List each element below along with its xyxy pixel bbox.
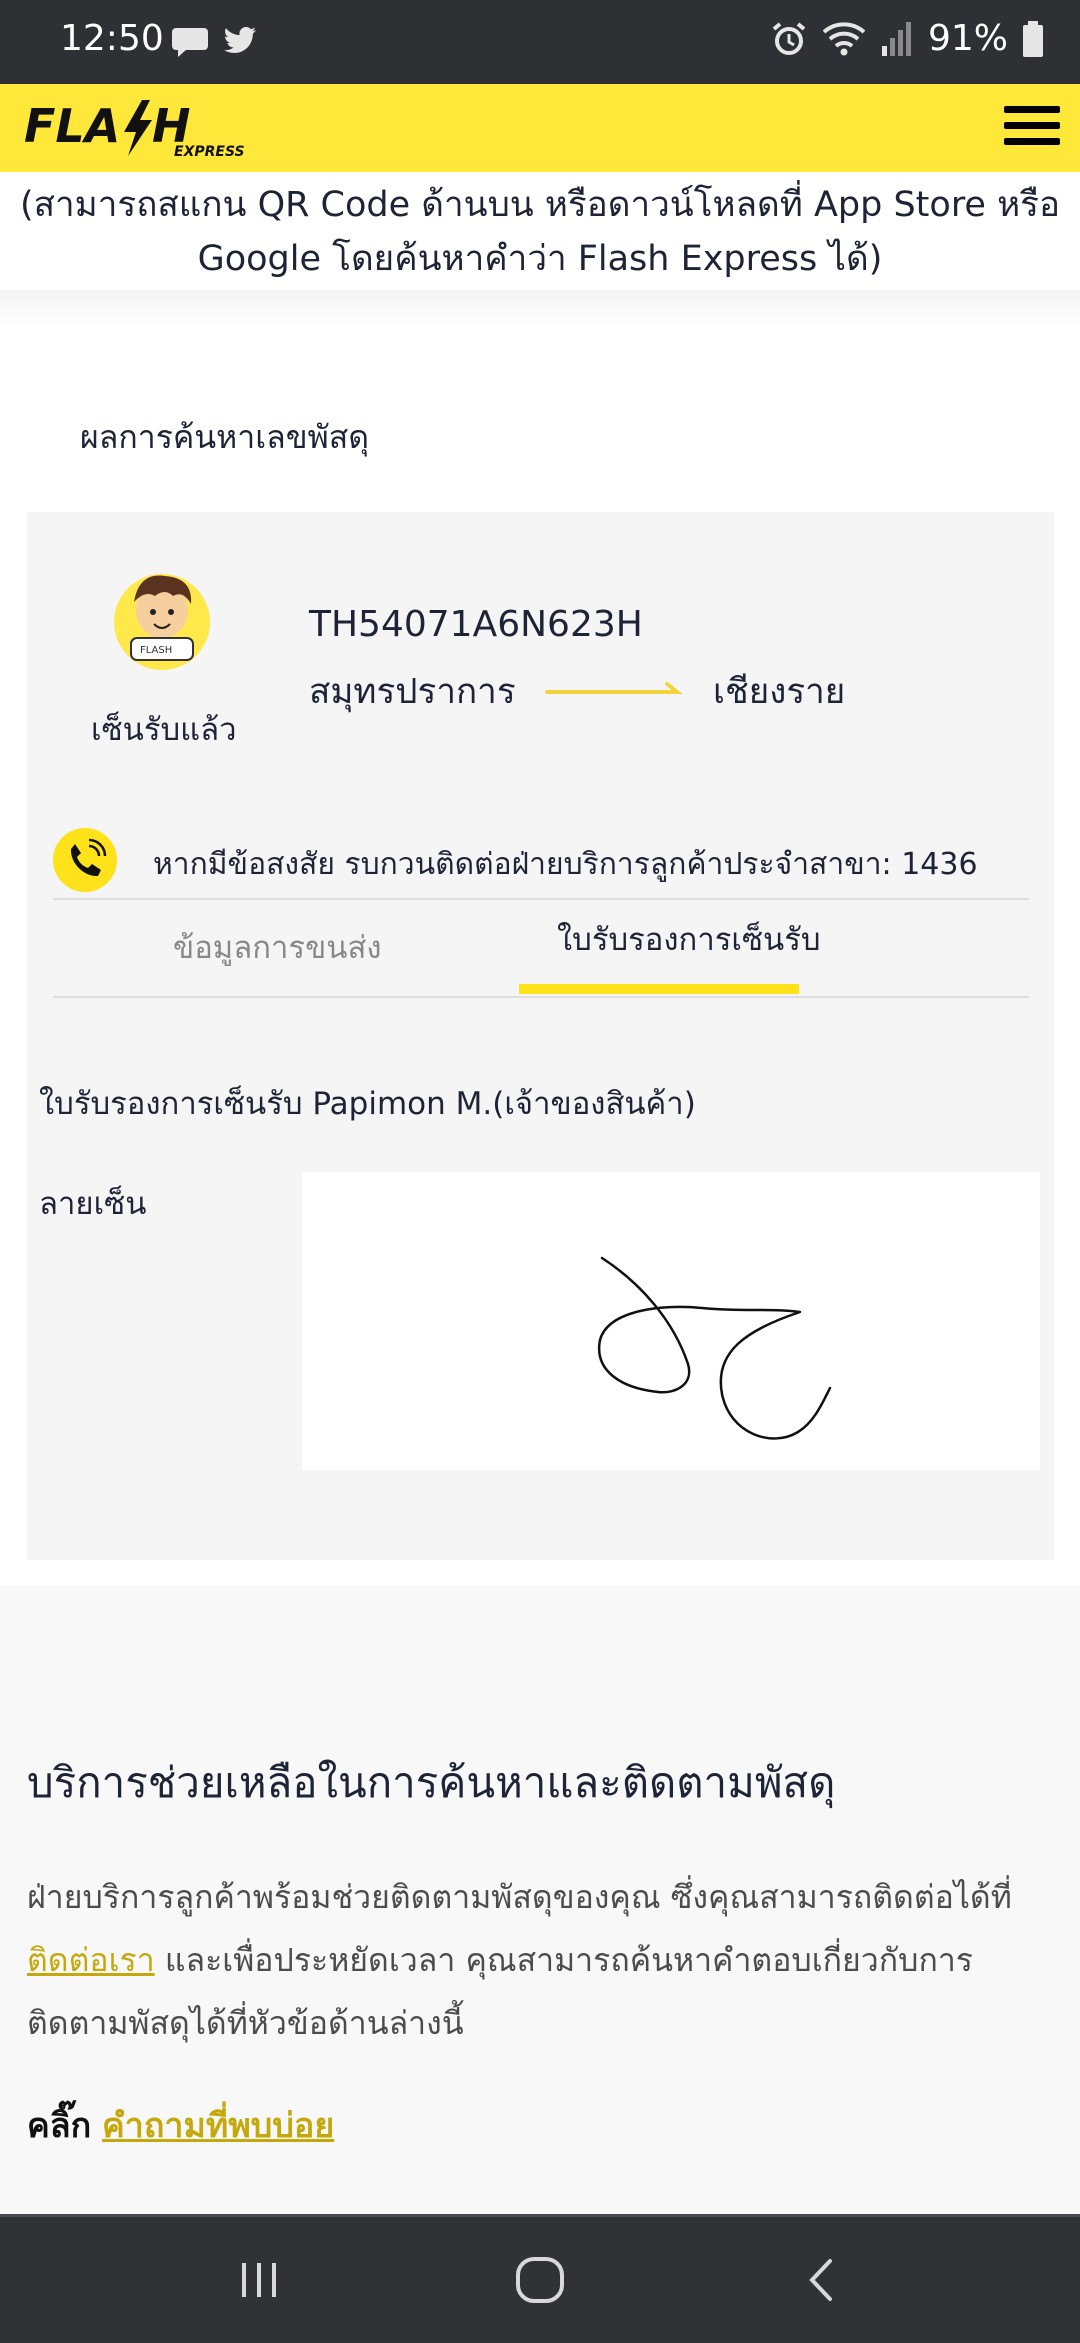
help-text: ฝ่ายบริการลูกค้าพร้อมช่วยติดตามพัสดุของค… [27, 1866, 1053, 2055]
origin-province: สมุทรปราการ [309, 672, 516, 712]
tab-shipping-info[interactable]: ข้อมูลการขนส่ง [173, 922, 382, 972]
flash-express-logo[interactable]: FLA H EXPRESS [24, 98, 254, 162]
destination-province: เชียงราย [713, 672, 846, 712]
help-text-after: และเพื่อประหยัดเวลา คุณสามารถค้นหาคำตอบเ… [27, 1941, 973, 2042]
app-download-note: (สามารถสแกน QR Code ด้านบน หรือดาวน์โหลด… [20, 185, 1060, 279]
svg-text:EXPRESS: EXPRESS [174, 144, 245, 158]
signature-image [302, 1172, 1040, 1470]
hamburger-icon-line [1004, 122, 1060, 129]
site-header: FLA H EXPRESS [0, 84, 1080, 172]
phone-icon[interactable] [53, 828, 117, 892]
hamburger-icon-line [1004, 138, 1060, 145]
wifi-icon [822, 20, 866, 58]
faq-link[interactable]: คำถามที่พบบ่อย [102, 2106, 334, 2146]
svg-text:FLA: FLA [24, 99, 120, 153]
courier-avatar: FLASH [107, 562, 217, 672]
branch-contact: หากมีข้อสงสัย รบกวนติดต่อฝ่ายบริการลูกค้… [53, 828, 1043, 898]
active-tab-indicator [519, 984, 799, 994]
system-nav-bar [0, 2214, 1080, 2343]
faq-line: คลิ๊ก คำถามที่พบบ่อย [27, 2098, 334, 2152]
status-bar: 12:50 91% [0, 0, 1080, 84]
battery-icon [1022, 20, 1044, 58]
delivery-status: เซ็นรับแล้ว [91, 712, 237, 748]
battery-percent: 91% [927, 18, 1008, 59]
section-divider [0, 290, 1080, 330]
contact-text: หากมีข้อสงสัย รบกวนติดต่อฝ่ายบริการลูกค้… [153, 847, 978, 882]
recent-apps-icon[interactable] [234, 2255, 284, 2309]
help-text-before: ฝ่ายบริการลูกค้าพร้อมช่วยติดตามพัสดุของค… [27, 1878, 1012, 1916]
help-section: บริการช่วยเหลือในการค้นหาและติดตามพัสดุ … [0, 1586, 1080, 2216]
signal-icon [880, 20, 914, 58]
message-icon [170, 20, 210, 60]
back-icon[interactable] [800, 2255, 844, 2309]
tracking-number: TH54071A6N623H [309, 604, 643, 645]
notification-icons [170, 20, 260, 60]
click-label: คลิ๊ก [27, 2106, 92, 2146]
result-tabs: ข้อมูลการขนส่ง ใบรับรองการเซ็นรับ [53, 898, 1029, 998]
results-title: ผลการค้นหาเลขพัสดุ [80, 418, 370, 456]
signature-label: ลายเซ็น [39, 1186, 147, 1222]
alarm-icon [770, 20, 808, 58]
hamburger-icon [1004, 106, 1060, 113]
tab-signature-receipt[interactable]: ใบรับรองการเซ็นรับ [557, 914, 821, 964]
twitter-icon [220, 20, 260, 60]
help-title: บริการช่วยเหลือในการค้นหาและติดตามพัสดุ [27, 1758, 836, 1807]
svg-text:FLASH: FLASH [140, 645, 172, 656]
menu-button[interactable] [1004, 100, 1060, 156]
receipt-title: ใบรับรองการเซ็นรับ Papimon M.(เจ้าของสิน… [39, 1086, 696, 1122]
status-right: 91% [770, 18, 1044, 59]
status-time: 12:50 [60, 18, 164, 59]
tracking-result-card: FLASH เซ็นรับแล้ว TH54071A6N623H สมุทรปร… [27, 512, 1054, 1560]
route-arrow-icon [545, 680, 683, 704]
home-icon[interactable] [514, 2255, 566, 2309]
contact-us-link[interactable]: ติดต่อเรา [27, 1941, 155, 1979]
